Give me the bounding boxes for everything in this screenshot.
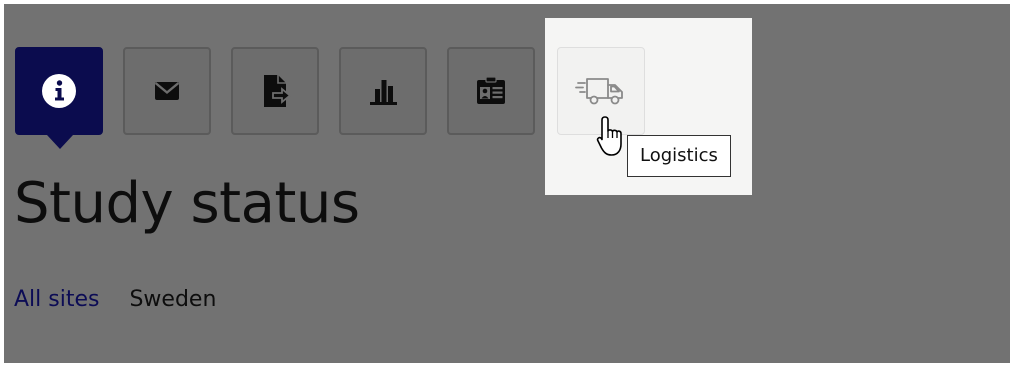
tutorial-spotlight: Logistics xyxy=(545,18,752,195)
tooltip: Logistics xyxy=(627,135,731,177)
dimmed-screen: Logistics Study status All sites Sweden xyxy=(4,4,1010,363)
file-export-icon xyxy=(264,75,292,107)
id-card-clipboard-icon xyxy=(477,76,505,104)
breadcrumb-current: Sweden xyxy=(129,287,217,312)
breadcrumb-link-all-sites[interactable]: All sites xyxy=(14,287,99,312)
messages-button[interactable] xyxy=(123,47,211,135)
page-title: Study status xyxy=(14,171,360,236)
delivery-truck-icon xyxy=(575,78,623,105)
hand-pointer-cursor-icon xyxy=(596,116,622,156)
info-button[interactable] xyxy=(15,47,103,135)
envelope-icon xyxy=(154,82,180,100)
export-button[interactable] xyxy=(231,47,319,135)
bar-chart-icon xyxy=(370,80,397,105)
statistics-button[interactable] xyxy=(339,47,427,135)
active-tab-pointer xyxy=(47,135,73,149)
id-card-button[interactable] xyxy=(447,47,535,135)
info-circle-icon xyxy=(42,74,76,108)
breadcrumb: All sites Sweden xyxy=(14,286,216,314)
